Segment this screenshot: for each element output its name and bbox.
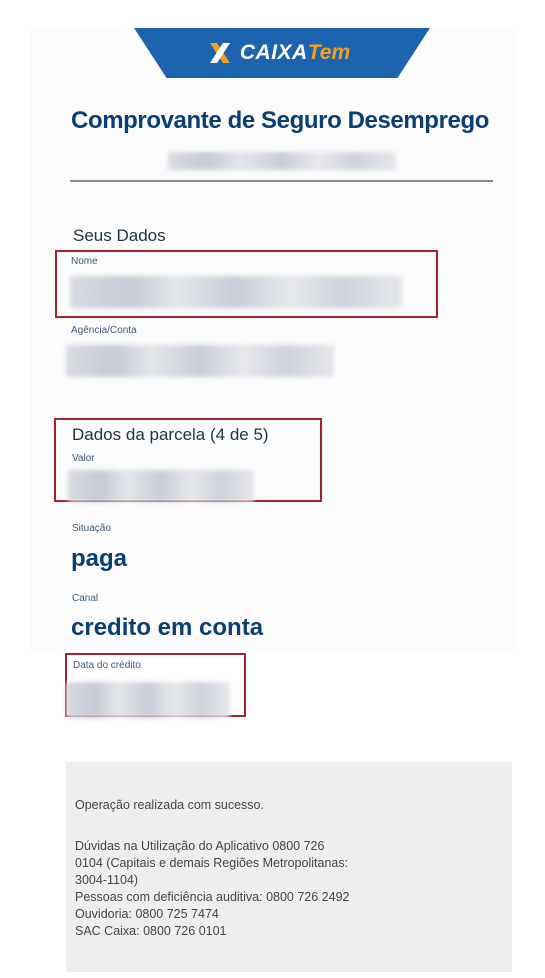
redacted-data-credito xyxy=(66,682,230,718)
field-label-canal: Canal xyxy=(72,593,99,604)
footer-line: 3004-1104) xyxy=(75,873,139,887)
situacao-value: paga xyxy=(71,545,128,572)
redacted-subtitle xyxy=(168,152,396,170)
section-title-parcela: Dados da parcela (4 de 5) xyxy=(72,425,269,444)
field-label-data-credito: Data do crédito xyxy=(73,660,141,671)
field-label-situacao: Situação xyxy=(72,523,111,534)
caixa-x-logo-icon xyxy=(209,43,230,63)
footer-line: Ouvidoria: 0800 725 7474 xyxy=(75,907,219,921)
redacted-nome xyxy=(70,276,402,308)
section-title-seus-dados: Seus Dados xyxy=(73,226,166,245)
footer-line: SAC Caixa: 0800 726 0101 xyxy=(75,924,227,938)
brand-header: CAIXA Tem xyxy=(134,28,430,78)
page-title: Comprovante de Seguro Desemprego xyxy=(71,107,489,134)
footer-line: 0104 (Capitais e demais Regiões Metropol… xyxy=(75,856,349,870)
field-label-nome: Nome xyxy=(71,256,98,267)
canal-value: credito em conta xyxy=(71,614,264,641)
footer-line: Pessoas com deficiência auditiva: 0800 7… xyxy=(75,890,350,904)
redacted-valor xyxy=(68,470,254,502)
redacted-agencia-conta xyxy=(66,345,334,377)
brand-name-secondary: Tem xyxy=(307,41,351,64)
title-divider xyxy=(70,180,493,182)
brand-name-primary: CAIXA xyxy=(239,41,308,64)
footer-status-message: Operação realizada com sucesso. xyxy=(75,798,264,812)
footer-line: Dúvidas na Utilização do Aplicativo 0800… xyxy=(75,839,325,853)
field-label-valor: Valor xyxy=(72,453,95,464)
field-label-agencia: Agência/Conta xyxy=(71,325,137,336)
